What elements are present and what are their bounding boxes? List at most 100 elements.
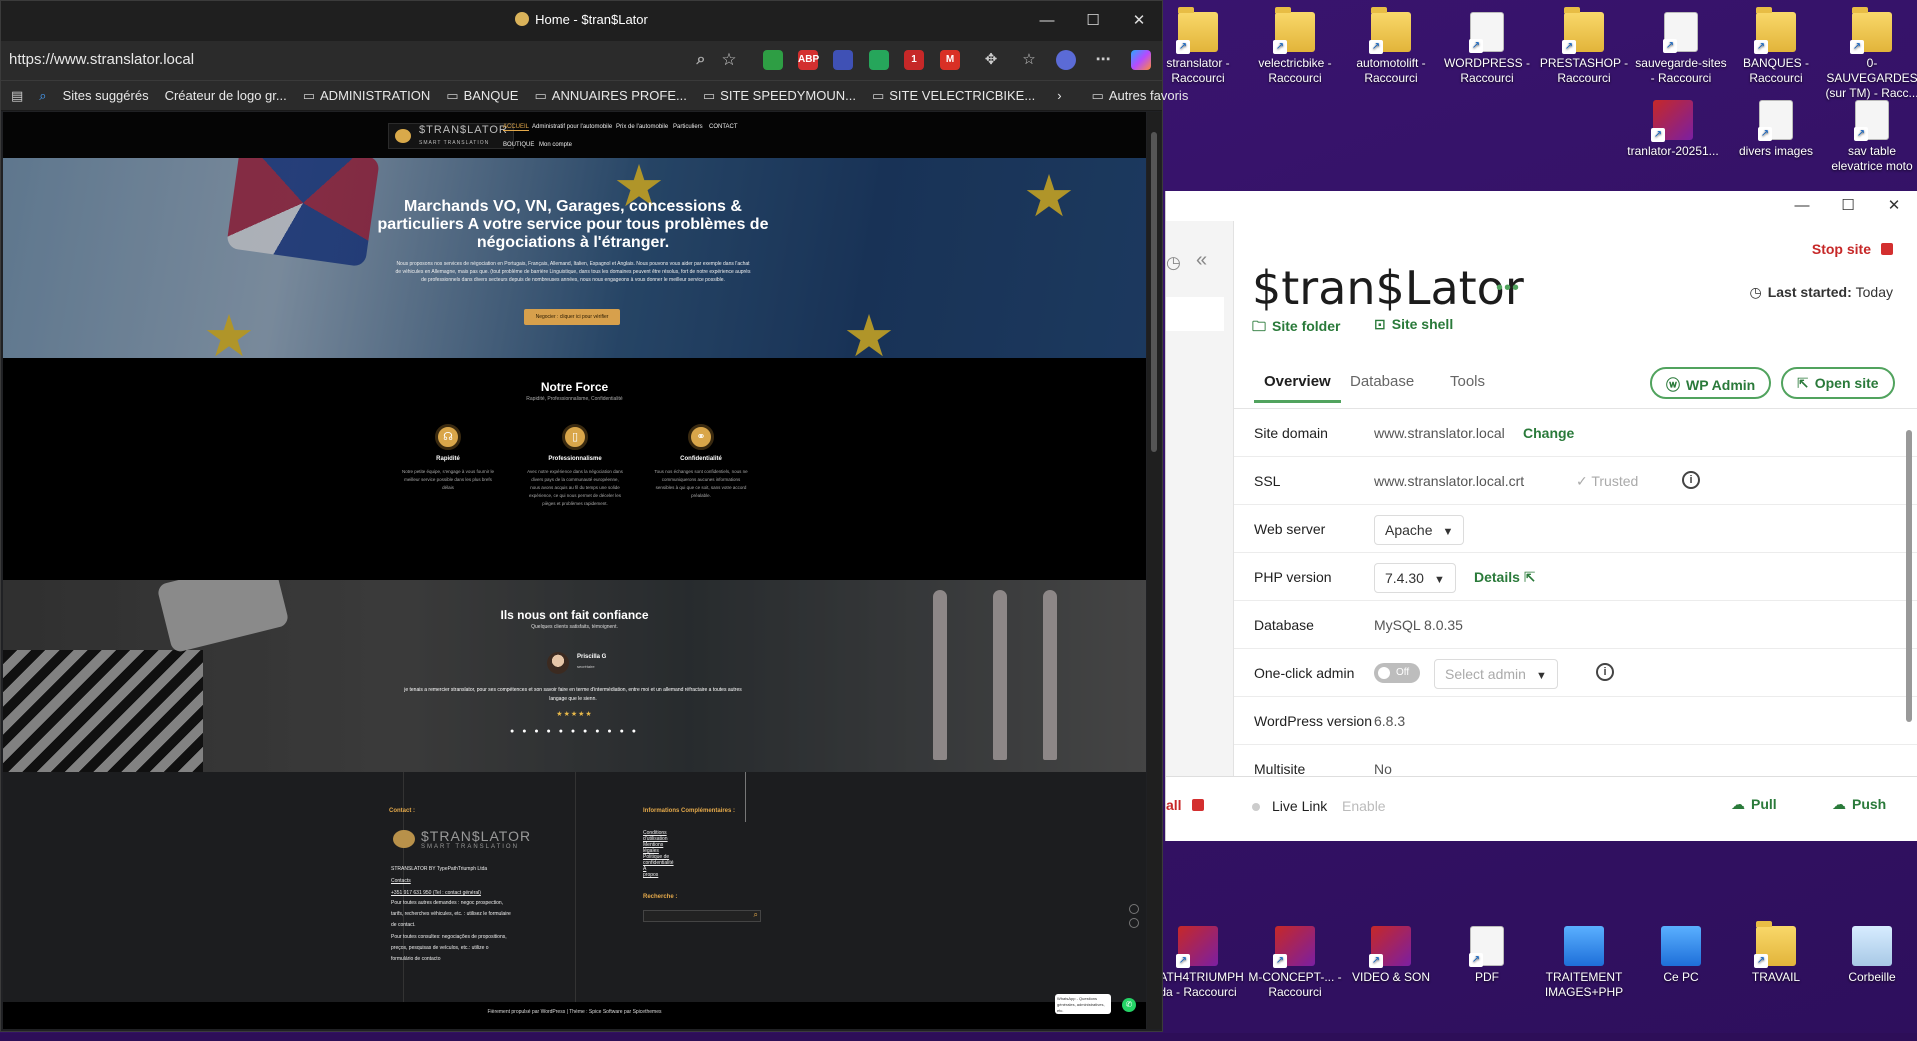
desktop-icon[interactable]: divers images [1728, 100, 1824, 159]
bookmark-item[interactable]: SITE VELECTRICBIKE... [872, 88, 1035, 104]
more-options-icon[interactable]: ••• [1496, 277, 1520, 300]
local-minimize-button[interactable]: — [1779, 191, 1825, 221]
desktop-icon[interactable]: stranslator - Raccourci [1150, 7, 1246, 86]
live-link-enable[interactable]: Enable [1342, 798, 1386, 814]
extension-green-icon[interactable] [763, 50, 783, 70]
desktop-icon[interactable]: tranlator-20251... [1625, 100, 1721, 159]
desktop-icon[interactable]: VIDEO & SON [1343, 926, 1439, 985]
close-button[interactable]: ✕ [1116, 1, 1162, 41]
bookmark-item[interactable]: SITE SPEEDYMOUN... [703, 88, 856, 104]
browser-scrollbar[interactable] [1147, 112, 1161, 1029]
collapse-sidebar-icon[interactable]: « [1196, 249, 1207, 272]
nav-item[interactable]: Administratif pour l'automobile [532, 124, 612, 130]
extension-red-icon[interactable]: 1 [904, 50, 924, 70]
row-web-server: Web server Apache ▼ [1234, 505, 1917, 553]
scroll-top-icon[interactable] [1129, 918, 1139, 928]
desktop-icon[interactable]: PDF [1439, 926, 1535, 985]
minimize-button[interactable]: — [1024, 1, 1070, 41]
php-details-link[interactable]: Details ⇱ [1474, 569, 1536, 586]
bookmark-item[interactable]: ANNUAIRES PROFE... [534, 88, 687, 104]
profile-avatar-icon[interactable] [1056, 50, 1076, 70]
pull-button[interactable]: ☁ Pull [1731, 796, 1777, 813]
nav-item[interactable]: Prix de l'automobile [616, 124, 668, 130]
whatsapp-icon[interactable]: ✆ [1122, 998, 1136, 1012]
nav-item[interactable]: Mon compte [539, 142, 572, 148]
zoom-icon[interactable]: ⌕ [691, 50, 711, 70]
nav-item[interactable]: ACCUEIL [503, 124, 530, 131]
site-list-item[interactable] [1166, 297, 1224, 331]
site-logo[interactable]: $TRAN$LATOR SMART TRANSLATION [388, 123, 514, 149]
extension-teal-icon[interactable] [869, 50, 889, 70]
favorites-list-icon[interactable]: ☆ [1019, 50, 1039, 70]
footer-info-link[interactable]: A propos [643, 866, 658, 878]
adblock-icon[interactable]: ABP [798, 50, 819, 70]
nav-item[interactable]: CONTACT [709, 124, 738, 130]
desktop-icon[interactable]: sauvegarde-sites - Raccourci [1633, 12, 1729, 86]
change-domain-link[interactable]: Change [1523, 425, 1574, 441]
select-admin-dropdown[interactable]: Select admin ▼ [1434, 659, 1558, 689]
bookmark-item[interactable]: BANQUE [446, 88, 519, 104]
wp-admin-button[interactable]: ⓦ WP Admin [1650, 367, 1772, 399]
local-scrollbar[interactable] [1904, 416, 1914, 774]
desktop-icon[interactable]: sav table elevatrice moto [1824, 100, 1917, 174]
bookmark-item[interactable]: Créateur de logo gr... [165, 88, 287, 104]
copilot-icon[interactable] [1131, 50, 1151, 70]
footer-search-input[interactable] [643, 910, 761, 922]
desktop-icon[interactable]: Corbeille [1824, 926, 1917, 985]
bookmarks-toggle-icon[interactable]: ▤ [11, 88, 23, 104]
footer-contacts-link[interactable]: Contacts [391, 878, 411, 884]
accessibility-icon[interactable] [1129, 904, 1139, 914]
site-folder-link[interactable]: 🗀 Site folder [1252, 316, 1340, 340]
local-close-button[interactable]: ✕ [1871, 191, 1917, 221]
desktop-icon[interactable]: automotolift - Raccourci [1343, 7, 1439, 86]
stop-all-button[interactable]: all [1166, 797, 1204, 813]
bookmark-item[interactable]: ADMINISTRATION [303, 88, 430, 104]
history-icon[interactable]: ◷ [1166, 253, 1181, 273]
carousel-dots[interactable]: ● ● ● ● ● ● ● ● ● ● ● [3, 728, 1146, 735]
nav-item[interactable]: Particuliers [673, 124, 703, 130]
desktop-icon[interactable]: M-CONCEPT-... - Raccourci [1247, 926, 1343, 1000]
footer-phone-link[interactable]: +351 917 631 950 (Tel : contact général) [391, 890, 481, 896]
site-folder-label: Site folder [1272, 318, 1341, 334]
one-click-admin-toggle[interactable]: Off [1374, 663, 1420, 683]
php-version-select[interactable]: 7.4.30 ▼ [1374, 563, 1456, 593]
favorite-star-icon[interactable]: ☆ [719, 50, 739, 70]
local-maximize-button[interactable]: ☐ [1825, 191, 1871, 221]
extensions-puzzle-icon[interactable]: ✥ [981, 50, 1001, 70]
open-site-button[interactable]: ⇱ Open site [1781, 367, 1895, 399]
clock-icon: ◷ [1749, 284, 1762, 300]
hero-cta-button[interactable]: Negocier : cliquer ici pour vérifier [524, 309, 620, 325]
site-shell-link[interactable]: ⊡ Site shell [1374, 316, 1453, 333]
desktop-icon[interactable]: WORDPRESS - Raccourci [1439, 12, 1535, 86]
bookmarks-more-chevron-icon[interactable]: › [1057, 88, 1061, 103]
desktop-icon[interactable]: PATH4TRIUMPH da - Raccourci [1150, 926, 1246, 1000]
bookmark-item[interactable]: Sites suggérés [63, 88, 149, 104]
footer-info-link[interactable]: Politique de confidentialité [643, 854, 674, 866]
desktop-icon[interactable]: BANQUES - Raccourci [1728, 7, 1824, 86]
gmail-icon[interactable]: M [940, 50, 960, 70]
web-server-select[interactable]: Apache ▼ [1374, 515, 1465, 545]
tab-tools[interactable]: Tools [1450, 373, 1485, 390]
footer-info-link[interactable]: Mentions légales [643, 842, 663, 854]
desktop-icon[interactable]: 0-SAUVEGARDES (sur TM) - Racc... [1824, 7, 1917, 101]
more-menu-icon[interactable]: ⋯ [1093, 50, 1113, 70]
footer-info-link[interactable]: Conditions d'utilisation [643, 830, 668, 842]
desktop-icon[interactable]: TRAVAIL [1728, 921, 1824, 985]
feature-card: ☊ Rapidité Notre petite équipe, s'engage à… [393, 424, 503, 492]
admin-info-icon[interactable]: i [1596, 663, 1614, 681]
ssl-info-icon[interactable]: i [1682, 471, 1700, 489]
desktop-icon[interactable]: velectricbike - Raccourci [1247, 7, 1343, 86]
testimonials-section: Ils nous ont fait confiance Quelques cli… [3, 580, 1146, 772]
tab-overview[interactable]: Overview [1254, 373, 1341, 403]
url-field[interactable]: https://www.stranslator.local [9, 51, 194, 68]
nav-item[interactable]: BOUTIQUE [503, 142, 534, 148]
other-favorites[interactable]: Autres favoris [1092, 88, 1188, 104]
desktop-icon[interactable]: TRAITEMENT IMAGES+PHP [1536, 926, 1632, 1000]
tab-database[interactable]: Database [1350, 373, 1414, 390]
desktop-icon[interactable]: Ce PC [1633, 926, 1729, 985]
stop-site-button[interactable]: Stop site [1812, 241, 1893, 257]
push-button[interactable]: ☁ Push [1832, 796, 1886, 813]
extension-globe-icon[interactable] [833, 50, 853, 70]
desktop-icon[interactable]: PRESTASHOP - Raccourci [1536, 7, 1632, 86]
maximize-button[interactable]: ☐ [1070, 1, 1116, 41]
